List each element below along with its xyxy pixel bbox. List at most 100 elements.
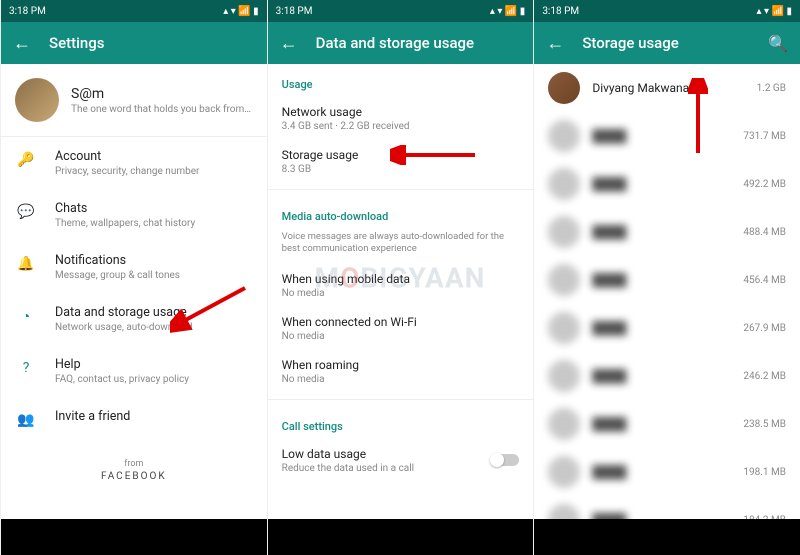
contact-avatar [548, 72, 580, 104]
storage-contact-row[interactable]: ████246.2 MB [534, 352, 800, 400]
back-icon[interactable]: ← [280, 33, 298, 54]
screen-title: Data and storage usage [316, 34, 522, 52]
back-icon[interactable]: ← [13, 33, 31, 54]
status-bar: 3:18 PM ▴ ▾ 📶 ▮ [268, 0, 534, 22]
storage-contact-row[interactable]: ████456.4 MB [534, 256, 800, 304]
storage-contact-row[interactable]: ████488.4 MB [534, 208, 800, 256]
contact-avatar [548, 312, 580, 344]
screen-title: Settings [49, 34, 255, 52]
nav-back-icon[interactable]: ◁ [40, 528, 52, 547]
low-data-toggle[interactable] [491, 454, 519, 466]
profile-text: S@m The one word that holds you back fro… [71, 86, 253, 115]
contact-name: ████ [592, 129, 743, 143]
contact-avatar [548, 360, 580, 392]
divider [268, 189, 534, 190]
contact-size: 198.1 MB [743, 467, 786, 478]
nav-home-icon[interactable]: ○ [664, 527, 674, 547]
status-icons: ▴ ▾ 📶 ▮ [223, 6, 258, 17]
help-icon: ? [15, 357, 37, 379]
settings-panel: 3:18 PM ▴ ▾ 📶 ▮ ← Settings S@m The one w… [0, 0, 267, 555]
annotation-arrow-1 [170, 283, 250, 333]
media-header: Media auto-download [268, 196, 534, 229]
setting-chats[interactable]: 💬ChatsTheme, wallpapers, chat history [1, 189, 267, 241]
contact-size: 731.7 MB [743, 131, 786, 142]
status-bar: 3:18 PM ▴ ▾ 📶 ▮ [1, 0, 267, 22]
contact-name: ████ [592, 177, 743, 191]
contact-size: 246.2 MB [743, 371, 786, 382]
nav-home-icon[interactable]: ○ [130, 527, 140, 547]
from-facebook: from FACEBOOK [1, 443, 267, 498]
storage-contact-row[interactable]: ████731.7 MB [534, 112, 800, 160]
contact-name: Divyang Makwana [592, 81, 756, 95]
setting-invite-a-friend[interactable]: 👥Invite a friend [1, 397, 267, 443]
back-icon[interactable]: ← [546, 33, 564, 54]
nav-back-icon[interactable]: ◁ [573, 528, 585, 547]
nav-home-icon[interactable]: ○ [397, 527, 407, 547]
nav-bar: ◁ ○ □ [534, 519, 800, 555]
search-icon[interactable]: 🔍 [768, 34, 788, 53]
status-icons: ▴ ▾ 📶 ▮ [757, 6, 792, 17]
data-usage-panel: 3:18 PM ▴ ▾ 📶 ▮ ← Data and storage usage… [267, 0, 534, 555]
storage-contact-row[interactable]: ████198.1 MB [534, 448, 800, 496]
storage-list: Divyang Makwana1.2 GB████731.7 MB████492… [534, 64, 800, 519]
invite-icon: 👥 [15, 409, 37, 431]
status-time: 3:18 PM [276, 6, 313, 17]
storage-contact-row[interactable]: ████492.2 MB [534, 160, 800, 208]
app-bar: ← Settings [1, 22, 267, 64]
contact-size: 238.5 MB [743, 419, 786, 430]
nav-bar: ◁ ○ □ [1, 519, 267, 555]
usage-header: Usage [268, 64, 534, 97]
nav-back-icon[interactable]: ◁ [307, 528, 319, 547]
setting-help[interactable]: ?HelpFAQ, contact us, privacy policy [1, 345, 267, 397]
chat-icon: 💬 [15, 201, 37, 223]
contact-avatar [548, 216, 580, 248]
call-header: Call settings [268, 406, 534, 439]
app-bar: ← Data and storage usage [268, 22, 534, 64]
contact-name: ████ [592, 513, 743, 519]
app-bar: ← Storage usage 🔍 [534, 22, 800, 64]
nav-bar: ◁ ○ □ [268, 519, 534, 555]
storage-contact-row[interactable]: Divyang Makwana1.2 GB [534, 64, 800, 112]
bell-icon: 🔔 [15, 253, 37, 275]
contact-size: 1.2 GB [757, 83, 786, 94]
contact-avatar [548, 264, 580, 296]
nav-recent-icon[interactable]: □ [485, 527, 495, 547]
storage-contact-row[interactable]: ████238.5 MB [534, 400, 800, 448]
divider [268, 399, 534, 400]
profile-status: The one word that holds you back from su… [71, 104, 253, 115]
contact-name: ████ [592, 465, 743, 479]
nav-recent-icon[interactable]: □ [218, 527, 228, 547]
key-icon: 🔑 [15, 149, 37, 171]
mobile-data-row[interactable]: When using mobile data No media [268, 264, 534, 307]
media-desc: Voice messages are always auto-downloade… [268, 229, 534, 264]
contact-avatar [548, 504, 580, 519]
storage-usage-panel: 3:18 PM ▴ ▾ 📶 ▮ ← Storage usage 🔍 Divyan… [533, 0, 800, 555]
contact-avatar [548, 456, 580, 488]
nav-recent-icon[interactable]: □ [751, 527, 761, 547]
profile-name: S@m [71, 86, 253, 102]
storage-contact-row[interactable]: ████267.9 MB [534, 304, 800, 352]
status-time: 3:18 PM [9, 6, 46, 17]
storage-contact-row[interactable]: ████184.2 MB [534, 496, 800, 519]
network-usage-row[interactable]: Network usage 3.4 GB sent · 2.2 GB recei… [268, 97, 534, 140]
screen-title: Storage usage [582, 34, 768, 52]
status-icons: ▴ ▾ 📶 ▮ [490, 6, 525, 17]
annotation-arrow-2 [390, 145, 480, 165]
low-data-row[interactable]: Low data usage Reduce the data used in a… [268, 439, 534, 482]
roaming-row[interactable]: When roaming No media [268, 350, 534, 393]
setting-account[interactable]: 🔑AccountPrivacy, security, change number [1, 137, 267, 189]
contact-name: ████ [592, 417, 743, 431]
contact-size: 267.9 MB [743, 323, 786, 334]
contact-avatar [548, 408, 580, 440]
wifi-row[interactable]: When connected on Wi-Fi No media [268, 307, 534, 350]
contact-avatar [548, 168, 580, 200]
contact-name: ████ [592, 321, 743, 335]
contact-size: 488.4 MB [743, 227, 786, 238]
profile-row[interactable]: S@m The one word that holds you back fro… [1, 64, 267, 137]
status-bar: 3:18 PM ▴ ▾ 📶 ▮ [534, 0, 800, 22]
contact-name: ████ [592, 369, 743, 383]
avatar [15, 78, 59, 122]
contact-size: 492.2 MB [743, 179, 786, 190]
data-usage-content: Usage Network usage 3.4 GB sent · 2.2 GB… [268, 64, 534, 519]
annotation-arrow-3 [688, 78, 708, 158]
